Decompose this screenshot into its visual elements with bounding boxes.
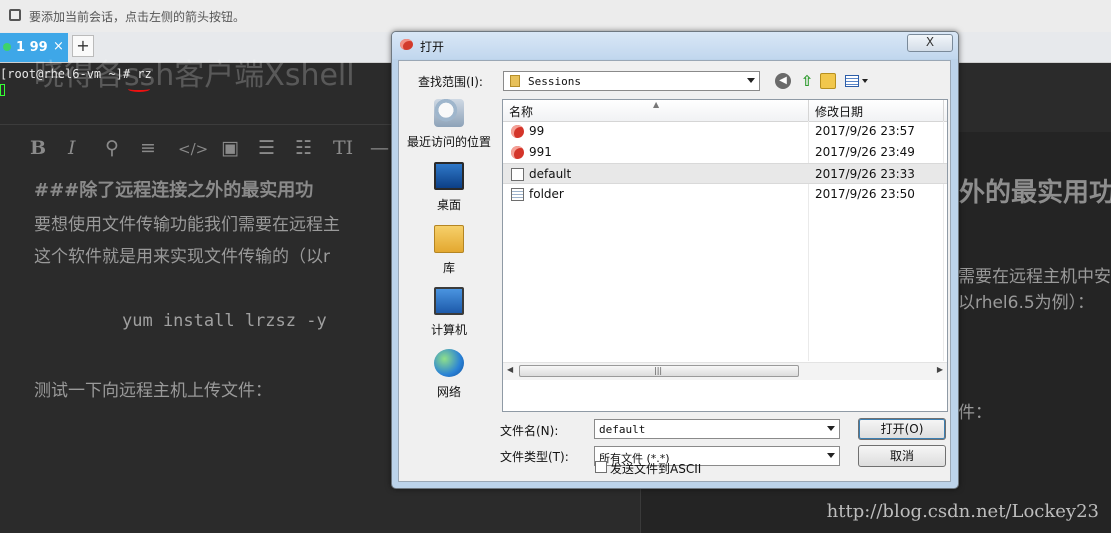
recent-places-icon: [434, 99, 464, 127]
place-label: 库: [442, 261, 455, 275]
place-label: 桌面: [436, 198, 461, 212]
horizontal-scrollbar[interactable]: ◀ ||| ▶: [503, 362, 947, 380]
close-button[interactable]: X: [907, 34, 953, 52]
file-date: 2017/9/26 23:50: [815, 187, 915, 201]
folder-icon: [510, 75, 520, 87]
watermark: http://blog.csdn.net/Lockey23: [826, 501, 1099, 522]
scroll-right-icon[interactable]: ▶: [937, 365, 943, 374]
filename-label: 文件名(N):: [500, 424, 559, 438]
filename-value: default: [599, 423, 646, 436]
preview-heading: 外的最实用功: [959, 178, 1111, 208]
file-name: default: [529, 167, 572, 181]
place-recent[interactable]: 最近访问的位置: [405, 99, 493, 159]
preview-line-3: 件：: [958, 403, 992, 423]
link-icon[interactable]: ⚲: [105, 137, 119, 159]
format-toolbar: B I ⚲ ≡ </> ▣ ☰ ☷ TI —: [0, 124, 400, 169]
filetype-label: 文件类型(T):: [500, 450, 569, 464]
folder-doc-icon: [511, 188, 524, 201]
filename-input[interactable]: default: [594, 419, 840, 439]
view-menu-icon[interactable]: [845, 73, 869, 89]
place-computer[interactable]: 计算机: [405, 287, 493, 347]
file-name: 99: [529, 124, 545, 138]
places-bar: 最近访问的位置 桌面 库 计算机 网络: [405, 99, 493, 399]
file-icon: [511, 168, 524, 181]
ordered-list-icon[interactable]: ☰: [258, 137, 275, 159]
dialog-titlebar[interactable]: 打开 X: [392, 32, 958, 59]
file-list-header: 名称 ▲ 修改日期 类: [503, 100, 947, 122]
place-network[interactable]: 网络: [405, 349, 493, 409]
file-date: 2017/9/26 23:33: [815, 167, 915, 181]
file-row-default[interactable]: default 2017/9/26 23:33 X: [503, 163, 947, 184]
column-name[interactable]: 名称: [509, 103, 533, 120]
terminal-prompt: [root@rhel6-vm ~]# rz: [0, 67, 152, 81]
file-date: 2017/9/26 23:57: [815, 124, 915, 138]
connected-status-icon: [3, 43, 11, 51]
dialog-title: 打开: [420, 40, 445, 54]
preview-line-2: 以rhel6.5为例）：: [958, 293, 1095, 313]
code-icon[interactable]: </>: [178, 140, 208, 158]
editor-heading: ###除了远程连接之外的最实用功: [34, 180, 314, 201]
ascii-label: 发送文件到ASCII: [610, 462, 702, 476]
look-in-dropdown[interactable]: Sessions: [503, 71, 760, 91]
editor-line-1: 要想使用文件传输功能我们需要在远程主: [34, 215, 340, 235]
new-folder-icon[interactable]: [820, 73, 836, 89]
quote-icon[interactable]: ≡: [140, 137, 156, 159]
session-arrow-icon[interactable]: [9, 9, 21, 21]
rule-icon[interactable]: —: [370, 137, 389, 159]
italic-icon[interactable]: I: [68, 137, 76, 159]
place-desktop[interactable]: 桌面: [405, 162, 493, 222]
place-label: 计算机: [430, 323, 467, 337]
bold-icon[interactable]: B: [30, 137, 46, 159]
look-in-label: 查找范围(I):: [418, 75, 483, 89]
sort-ascending-icon: ▲: [653, 100, 660, 109]
file-name: folder: [529, 187, 564, 201]
file-date: 2017/9/26 23:49: [815, 145, 915, 159]
file-row-99[interactable]: 99 2017/9/26 23:57 X: [503, 121, 947, 142]
file-row-991[interactable]: 991 2017/9/26 23:49 X: [503, 142, 947, 163]
cancel-button[interactable]: 取消: [858, 445, 946, 467]
xshell-icon: [400, 39, 413, 50]
ascii-checkbox[interactable]: [595, 461, 607, 473]
library-icon: [434, 225, 464, 253]
editor-line-2: 这个软件就是用来实现文件传输的（以r: [34, 247, 330, 267]
computer-icon: [434, 287, 464, 315]
unordered-list-icon[interactable]: ☷: [295, 137, 312, 159]
terminal-cursor: [0, 84, 5, 96]
image-icon[interactable]: ▣: [221, 137, 239, 159]
file-name: 991: [529, 145, 552, 159]
up-folder-icon[interactable]: ⇧: [799, 73, 815, 89]
scroll-left-icon[interactable]: ◀: [507, 365, 513, 374]
chevron-down-icon: [827, 453, 835, 458]
open-button[interactable]: 打开(O): [858, 418, 946, 440]
file-row-folder[interactable]: folder 2017/9/26 23:50 ▮: [503, 184, 947, 205]
scroll-thumb[interactable]: |||: [519, 365, 799, 377]
preview-line-1: 需要在远程主机中安: [958, 267, 1111, 287]
editor-code-line: yum install lrzsz -y: [122, 311, 327, 331]
session-icon: [511, 146, 524, 159]
editor-line-3: 测试一下向远程主机上传文件：: [34, 381, 272, 401]
annotation-underline: [128, 86, 150, 92]
dialog-body: 查找范围(I): Sessions ◀ ⇧ 最近访问的位置 桌面 库 计算机 网…: [398, 60, 951, 482]
file-list[interactable]: 名称 ▲ 修改日期 类 99 2017/9/26 23:57 X 991 201…: [502, 99, 948, 412]
network-icon: [434, 349, 464, 377]
look-in-value: Sessions: [528, 75, 581, 88]
place-library[interactable]: 库: [405, 225, 493, 285]
open-file-dialog: 打开 X 查找范围(I): Sessions ◀ ⇧ 最近访问的位置 桌面 库 …: [391, 31, 959, 489]
place-label: 网络: [436, 385, 461, 399]
heading-icon[interactable]: TI: [333, 137, 353, 159]
place-label: 最近访问的位置: [406, 135, 491, 149]
desktop-icon: [434, 162, 464, 190]
back-icon[interactable]: ◀: [775, 73, 791, 89]
session-hint-text: 要添加当前会话，点击左侧的箭头按钮。: [29, 10, 246, 24]
chevron-down-icon[interactable]: [827, 426, 835, 431]
column-date[interactable]: 修改日期: [815, 103, 863, 120]
session-icon: [511, 125, 524, 138]
session-hint-bar: 要添加当前会话，点击左侧的箭头按钮。: [0, 0, 1111, 33]
chevron-down-icon: [747, 78, 755, 83]
vertical-scrollbar[interactable]: [947, 121, 948, 361]
